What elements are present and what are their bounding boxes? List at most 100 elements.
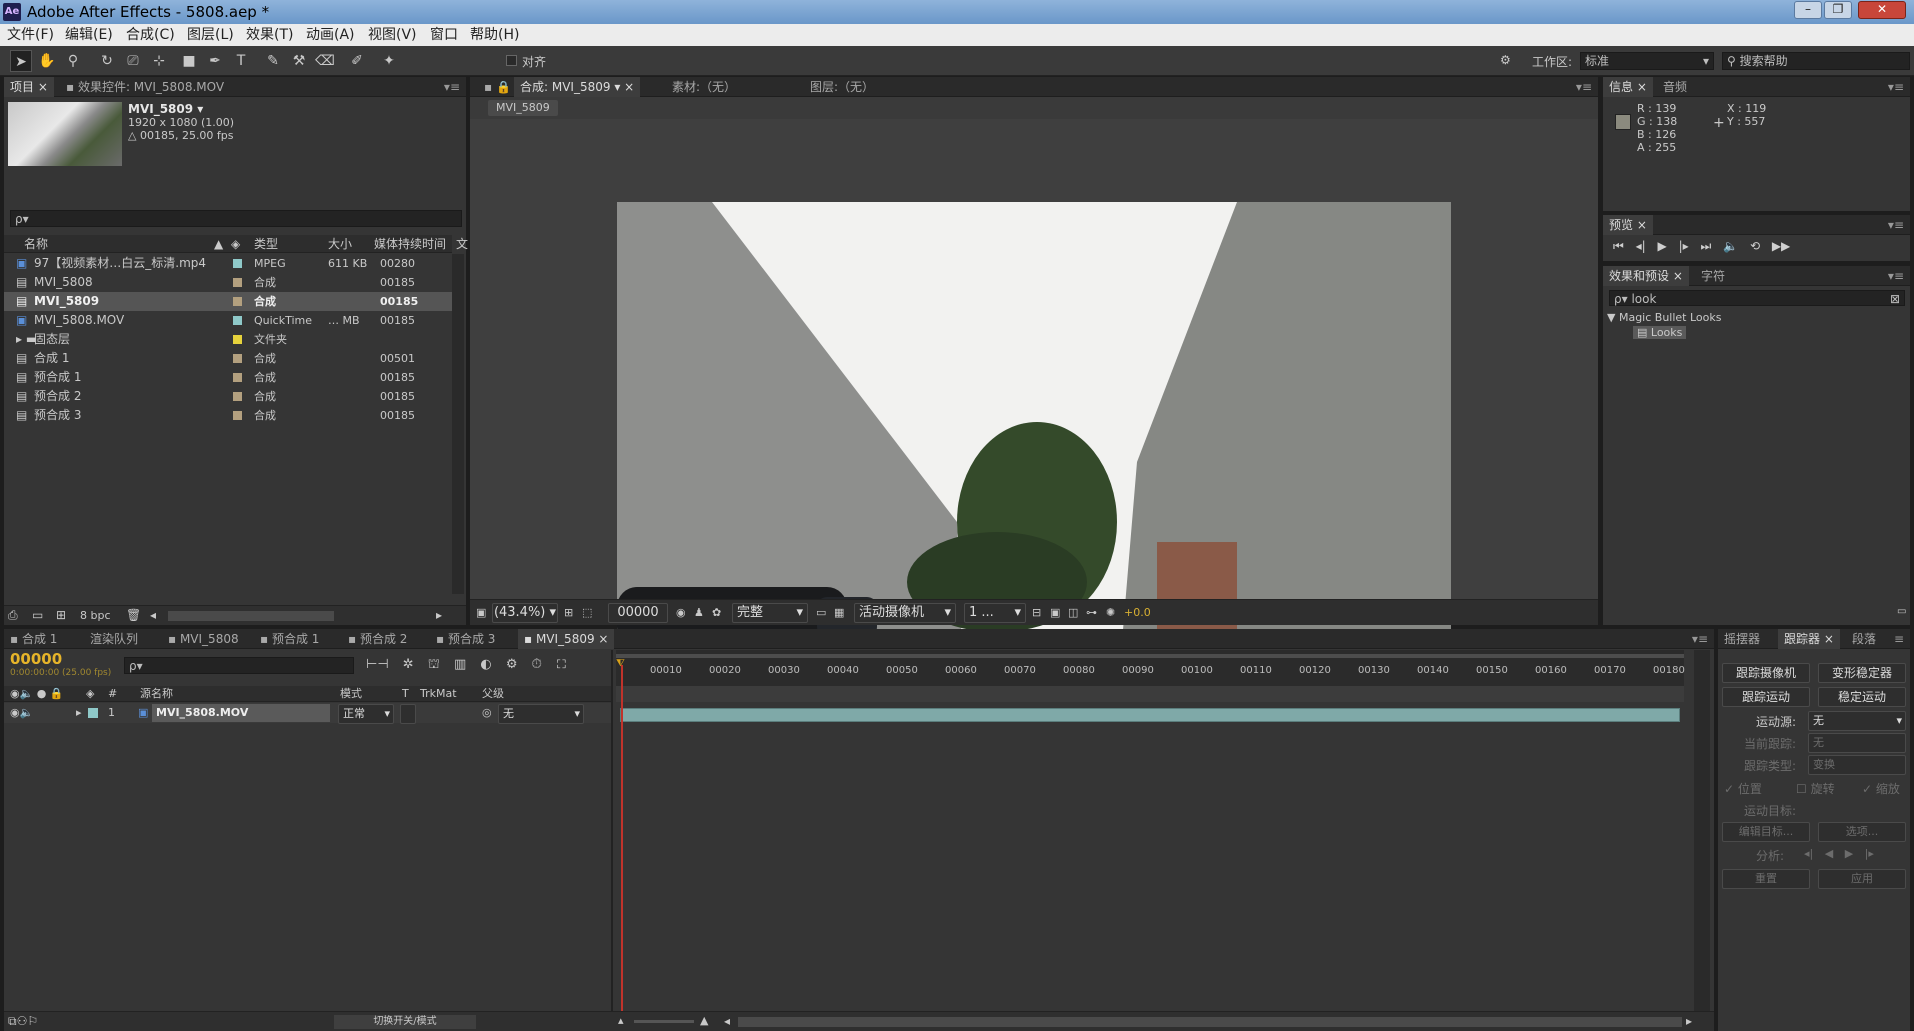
roto-brush-tool-icon[interactable]: ✐ [346, 50, 368, 72]
tab-preview[interactable]: 预览 × [1603, 215, 1653, 235]
scroll-right-icon[interactable]: ▸ [1686, 1014, 1692, 1028]
layer-row[interactable]: ◉🔈 ▸ 1 ▣ MVI_5808.MOV 正常 ▾ ◎ 无 ▾ [4, 703, 611, 724]
exposure-icon[interactable]: ✺ [1106, 600, 1115, 626]
project-item-row[interactable]: ▣ MVI_5808.MOV QuickTime … MB 00185 [4, 311, 452, 330]
rotation-checkbox[interactable]: ☐ 旋转 [1796, 780, 1835, 797]
comp-viewer[interactable] [470, 119, 1598, 675]
zoom-tool-icon[interactable]: ⚲ [62, 50, 84, 72]
track-camera-button[interactable]: 跟踪摄像机 [1722, 663, 1810, 683]
grid-icon[interactable]: ⊞ [564, 600, 573, 626]
puppet-tool-icon[interactable]: ✦ [378, 50, 400, 72]
menu-view[interactable]: 视图(V) [368, 24, 417, 46]
analyze-back-icon[interactable]: ◂| [1804, 847, 1813, 860]
roi-icon[interactable]: ▭ [816, 600, 826, 626]
video-visible-icon[interactable]: ◉🔈 [10, 703, 33, 723]
snapshot-icon[interactable]: ◉ [676, 600, 686, 626]
pen-tool-icon[interactable]: ✒ [204, 50, 226, 72]
scroll-right-icon[interactable]: ▸ [436, 608, 442, 622]
brainstorm-icon[interactable]: ⚙ [506, 657, 518, 672]
horizontal-scrollbar[interactable] [168, 611, 334, 621]
col-trkmat[interactable]: TrkMat [420, 686, 457, 702]
clear-search-icon[interactable]: ⊠ [1890, 291, 1900, 307]
analyze-backward-icon[interactable]: ◀ [1825, 847, 1833, 860]
view-layout-select[interactable]: 1 ... ▾ [964, 603, 1026, 623]
camera-select[interactable]: 活动摄像机 ▾ [854, 603, 956, 623]
toggle-switches-modes-button[interactable]: 切换开关/模式 [334, 1015, 476, 1029]
timeline-timecode[interactable]: 00000 [10, 650, 62, 668]
tab-timeline-comp1[interactable]: ▪ 合成 1 [4, 629, 63, 649]
comp-breadcrumb[interactable]: MVI_5809 [488, 100, 558, 116]
col-t[interactable]: T [402, 686, 409, 702]
current-time-indicator[interactable] [621, 665, 623, 1031]
layer-duration-bar[interactable] [620, 708, 1680, 722]
panel-menu-icon[interactable]: ≡ [1894, 629, 1904, 649]
project-item-row[interactable]: ▤ 预合成 3 合成 00185 [4, 406, 452, 425]
search-help-input[interactable]: ⚲ 搜索帮助 [1722, 52, 1910, 70]
layer-name[interactable]: MVI_5808.MOV [152, 704, 330, 722]
magic-bullet-group[interactable]: ▼ Magic Bullet Looks [1607, 311, 1722, 324]
resolution-select[interactable]: 完整 ▾ [732, 603, 808, 623]
tab-character[interactable]: 字符 [1695, 266, 1731, 286]
camera-tool-icon[interactable]: ⎚ [122, 50, 144, 72]
warp-stabilizer-button[interactable]: 变形稳定器 [1818, 663, 1906, 683]
tab-effects-presets[interactable]: 效果和预设 × [1603, 266, 1689, 286]
tab-render-queue[interactable]: 渲染队列 [84, 629, 144, 649]
edit-target-button[interactable]: 编辑目标... [1722, 822, 1810, 842]
panel-menu-icon[interactable]: ▾≡ [1888, 77, 1904, 97]
zoom-in-icon[interactable]: ▲ [700, 1014, 708, 1027]
auto-keyframe-icon[interactable]: ⏱ [532, 657, 542, 672]
rectangle-tool-icon[interactable]: ■ [178, 50, 200, 72]
label-swatch[interactable] [233, 278, 242, 287]
last-frame-icon[interactable]: ⏭ [1701, 239, 1712, 253]
track-motion-button[interactable]: 跟踪运动 [1722, 687, 1810, 707]
menu-composition[interactable]: 合成(C) [126, 24, 175, 46]
graph-editor-icon[interactable]: ⛶ [556, 657, 567, 672]
label-swatch[interactable] [233, 411, 242, 420]
preserve-transparency-toggle[interactable] [400, 704, 416, 724]
menu-edit[interactable]: 编辑(E) [65, 24, 113, 46]
panel-menu-icon[interactable]: ▾≡ [1888, 215, 1904, 235]
rotate-tool-icon[interactable]: ↻ [96, 50, 118, 72]
frame-blending-icon[interactable]: ▥ [454, 657, 466, 672]
stabilize-motion-button[interactable]: 稳定运动 [1818, 687, 1906, 707]
menu-effect[interactable]: 效果(T) [246, 24, 293, 46]
menu-file[interactable]: 文件(F) [7, 24, 54, 46]
parent-select[interactable]: 无 ▾ [498, 704, 584, 724]
prev-frame-icon[interactable]: ◂| [1636, 239, 1646, 253]
options-button[interactable]: 选项... [1818, 822, 1906, 842]
menu-animation[interactable]: 动画(A) [306, 24, 355, 46]
project-item-row[interactable]: ▤ 预合成 2 合成 00185 [4, 387, 452, 406]
workspace-select[interactable]: 标准 ▾ [1580, 52, 1714, 70]
effects-search-input[interactable]: ρ▾ look ⊠ [1609, 290, 1905, 306]
always-preview-icon[interactable]: ▣ [476, 600, 486, 626]
project-search-input[interactable]: ρ▾ [10, 210, 462, 227]
tab-footage[interactable]: 素材:（无） [666, 77, 742, 97]
ram-preview-icon[interactable]: ▶▶ [1772, 239, 1790, 253]
tab-timeline-precomp3[interactable]: ▪ 预合成 3 [430, 629, 501, 649]
thumb-name[interactable]: MVI_5809 ▾ [128, 102, 203, 116]
comp-mini-flowchart-icon[interactable]: ⊢⊣ [366, 657, 389, 672]
first-frame-icon[interactable]: ⏮ [1613, 239, 1624, 253]
audio-icon[interactable]: 🔈 [1723, 239, 1738, 253]
timeline-search-input[interactable]: ρ▾ [124, 657, 354, 674]
layer-label-color[interactable] [88, 708, 98, 718]
clone-stamp-tool-icon[interactable]: ⚒ [288, 50, 310, 72]
close-button[interactable]: ✕ [1858, 1, 1906, 19]
project-item-row[interactable]: ▤ 预合成 1 合成 00185 [4, 368, 452, 387]
bit-depth-label[interactable]: 8 bpc [80, 609, 111, 622]
layer-switches-icon[interactable]: ⧉⚇⚐ [8, 1014, 38, 1029]
hide-shy-layers-icon[interactable]: ⛫ [428, 657, 440, 672]
text-tool-icon[interactable]: T [230, 50, 252, 72]
tab-audio[interactable]: 音频 [1657, 77, 1693, 97]
current-track-select[interactable]: 无 [1808, 733, 1906, 753]
label-swatch[interactable] [233, 354, 242, 363]
brush-tool-icon[interactable]: ✎ [262, 50, 284, 72]
hand-tool-icon[interactable]: ✋ [36, 50, 58, 72]
tab-timeline-precomp1[interactable]: ▪ 预合成 1 [254, 629, 325, 649]
tab-timeline-mvi5808[interactable]: ▪ MVI_5808 [162, 629, 245, 649]
tab-project[interactable]: 项目 × [4, 77, 54, 97]
motion-blur-icon[interactable]: ◐ [480, 657, 491, 672]
label-swatch[interactable] [233, 392, 242, 401]
tab-paragraph[interactable]: 段落 [1846, 629, 1882, 649]
label-swatch[interactable] [233, 335, 242, 344]
